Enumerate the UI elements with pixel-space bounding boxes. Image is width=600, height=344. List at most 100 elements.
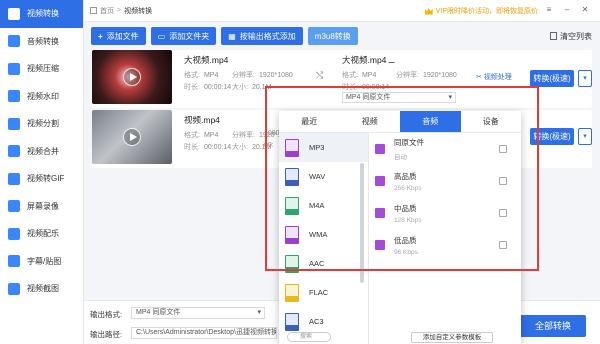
convert-menu-icon[interactable]: ▾ [578, 128, 592, 145]
format-item-flac[interactable]: FLAC [279, 278, 368, 307]
wma-file-icon [285, 225, 299, 244]
sidebar-item-screenshot[interactable]: 视频截图 [0, 275, 83, 303]
file-duration: 时长: 00:00:14 [184, 144, 232, 151]
add-by-format-label: 按输出格式添加 [239, 31, 296, 41]
format-tabs: 最近 视频 音频 设备 [279, 111, 521, 133]
tab-recent[interactable]: 最近 [279, 111, 340, 132]
video-convert-icon [8, 7, 20, 20]
format-search-input[interactable]: 搜索 [287, 332, 331, 342]
sidebar-item-label: 视频合并 [27, 146, 59, 156]
aac-file-icon [285, 254, 299, 273]
sidebar-item-screen-record[interactable]: 屏幕录像 [0, 193, 83, 221]
sidebar-item-audio-convert[interactable]: 音频转换 [0, 28, 83, 56]
tab-device[interactable]: 设备 [461, 111, 522, 132]
merge-icon [8, 145, 20, 158]
edit-icon[interactable] [499, 241, 507, 249]
arrow-swap-icon: ⤭ [316, 70, 324, 80]
m3u8-button[interactable]: m3u8转换 [307, 27, 358, 45]
quality-item[interactable]: 高品质 256 Kbps [369, 165, 521, 197]
convert-menu-icon[interactable]: ▾ [578, 70, 592, 87]
vip-banner[interactable]: VIP限时降价活动，即将恢复原价 [424, 6, 538, 16]
format-popup: 最近 视频 音频 设备 MP3 WAV M4A WMA AAC FLAC AC3… [279, 111, 521, 344]
chevron-down-icon: ▾ [448, 94, 452, 101]
convert-all-button[interactable]: 全部转换 [520, 315, 586, 337]
toolbar: + 添加文件 ▭ 添加文件夹 ▦ 按输出格式添加 m3u8转换 清空列表 [84, 26, 600, 46]
output-resolution-fragment: 1080 [264, 130, 280, 137]
close-icon[interactable]: ✕ [580, 5, 590, 15]
split-icon [8, 117, 20, 130]
audio-convert-icon [8, 35, 20, 48]
home-icon [90, 7, 97, 14]
sidebar-item-label: 视频配乐 [27, 229, 59, 239]
output-path-field[interactable]: C:\Users\Administrator\Desktop\迅捷视频转换 [131, 327, 277, 339]
add-file-label: 添加文件 [106, 31, 139, 41]
clear-list-label: 清空列表 [560, 31, 592, 41]
file-name: 视频.mp4 [184, 115, 220, 125]
vip-text: VIP限时降价活动，即将恢复原价 [435, 8, 538, 15]
menu-icon[interactable]: ≡ [544, 5, 554, 15]
sidebar-item-video-compress[interactable]: 视频压缩 [0, 55, 83, 83]
sidebar-item-label: 视频截图 [27, 284, 59, 294]
play-icon[interactable] [123, 68, 141, 86]
format-list-scrollbar[interactable] [360, 163, 364, 283]
sidebar-item-label: 视频水印 [27, 91, 59, 101]
format-item-aac[interactable]: AAC [279, 249, 368, 278]
quality-item[interactable]: 同原文件 自动 [369, 133, 521, 165]
edit-icon[interactable] [499, 145, 507, 153]
play-icon[interactable] [123, 128, 141, 146]
edit-icon[interactable] [499, 209, 507, 217]
sidebar-item-subtitle[interactable]: 字幕/贴图 [0, 248, 83, 276]
output-duration-fragment: 00: [264, 142, 274, 149]
add-folder-button[interactable]: ▭ 添加文件夹 [150, 27, 217, 45]
output-format-label: 输出格式: [90, 310, 123, 319]
trash-icon [550, 32, 557, 40]
output-format-select[interactable]: MP4 同原文件 ▾ [342, 92, 456, 103]
file-name: 大视频.mp4 [184, 55, 229, 65]
sidebar-item-gif[interactable]: 视频转GIF [0, 165, 83, 193]
add-by-format-button[interactable]: ▦ 按输出格式添加 [221, 27, 303, 45]
convert-button[interactable]: 转换(极速) [530, 70, 574, 87]
mp3-file-icon [285, 138, 299, 157]
output-path-label: 输出路径: [90, 330, 123, 339]
sidebar-item-split[interactable]: 视频分割 [0, 110, 83, 138]
tab-audio[interactable]: 音频 [400, 111, 461, 132]
format-item-wav[interactable]: WAV [279, 162, 368, 191]
sidebar-item-label: 屏幕录像 [27, 201, 59, 211]
quality-list: 同原文件 自动 高品质 256 Kbps 中品质 128 Kbps 低品质 96 Kbp… [369, 133, 521, 344]
music-note-icon [375, 176, 385, 186]
screenshot-icon [8, 282, 20, 295]
quality-item[interactable]: 中品质 128 Kbps [369, 197, 521, 229]
format-item-mp3[interactable]: MP3 [279, 133, 368, 162]
sidebar-item-watermark[interactable]: 视频水印 [0, 83, 83, 111]
sidebar-item-label: 视频压缩 [27, 64, 59, 74]
video-thumbnail[interactable] [92, 50, 172, 104]
sidebar-item-video-convert[interactable]: 视频转换 [0, 0, 83, 28]
minimize-icon[interactable]: – [562, 5, 572, 15]
sidebar-item-label: 音频转换 [27, 36, 59, 46]
sidebar-item-merge[interactable]: 视频合并 [0, 138, 83, 166]
add-custom-template-button[interactable]: 添加自定义参数模板 [411, 332, 493, 343]
tab-video[interactable]: 视频 [340, 111, 401, 132]
clear-list-button[interactable]: 清空列表 [550, 31, 592, 42]
video-process-link[interactable]: ✂ 视频处理 [476, 72, 512, 82]
sidebar-item-label: 视频分割 [27, 119, 59, 129]
file-duration: 时长: 00:00:14 [184, 84, 232, 91]
convert-button[interactable]: 转换(极速) [530, 128, 574, 145]
format-item-wma[interactable]: WMA [279, 220, 368, 249]
video-thumbnail[interactable] [92, 110, 172, 164]
quality-item[interactable]: 低品质 96 Kbps [369, 229, 521, 261]
file-size: 大小: 20.1M [232, 84, 272, 91]
music-note-icon [375, 240, 385, 250]
sidebar-item-music[interactable]: 视频配乐 [0, 220, 83, 248]
edit-icon[interactable] [388, 57, 399, 63]
breadcrumb-home[interactable]: 首页 [100, 6, 114, 16]
video-compress-icon [8, 62, 20, 75]
format-item-m4a[interactable]: M4A [279, 191, 368, 220]
topbar: 首页 > 视频转换 VIP限时降价活动，即将恢复原价 ≡ – ✕ [84, 0, 600, 22]
screen-record-icon [8, 200, 20, 213]
edit-icon[interactable] [499, 177, 507, 185]
output-format-select[interactable]: MP4 同原文件 ▾ [131, 307, 265, 319]
breadcrumb-separator: > [117, 7, 122, 14]
add-file-button[interactable]: + 添加文件 [91, 27, 146, 45]
sidebar-item-label: 字幕/贴图 [27, 256, 62, 266]
